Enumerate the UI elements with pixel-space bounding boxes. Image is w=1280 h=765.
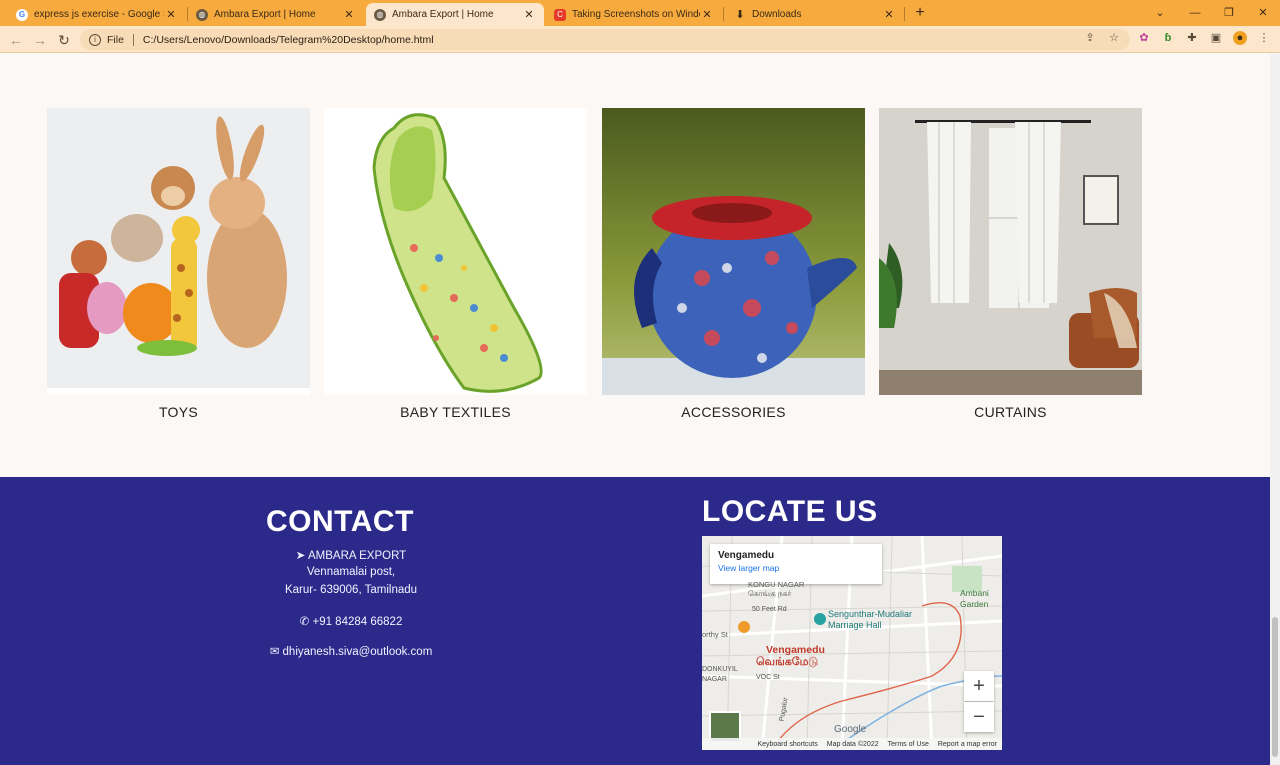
- view-larger-map-link[interactable]: View larger map: [718, 563, 874, 573]
- category-label[interactable]: TOYS: [47, 404, 310, 420]
- reload-icon[interactable]: ↻: [54, 30, 74, 50]
- category-card-baby-textiles[interactable]: BABY TEXTILES: [324, 108, 587, 420]
- company-line: ➤ AMBARA EXPORT: [266, 548, 436, 562]
- share-icon[interactable]: ⇪: [1083, 31, 1097, 45]
- tab-search-icon[interactable]: ⌄: [1145, 3, 1175, 23]
- info-icon[interactable]: i: [89, 33, 101, 46]
- company-name: AMBARA EXPORT: [307, 550, 407, 562]
- footer: CONTACT ➤ AMBARA EXPORT Vennamalai post,…: [0, 477, 1270, 765]
- map-attribution-bar: Keyboard shortcuts Map data ©2022 Terms …: [702, 738, 1002, 750]
- phone-icon: ✆: [299, 616, 310, 628]
- menu-kebab-icon[interactable]: ⋮: [1257, 31, 1271, 45]
- page-viewport: TOYS BABY TEXTILES ACCESSORIES CURTAINS …: [0, 54, 1270, 765]
- map-label-hall-line2: Marriage Hall: [828, 620, 882, 630]
- map-label-vengamedu-tamil: வெங்கமேடு: [756, 656, 819, 668]
- close-tab-icon[interactable]: ✕: [342, 8, 356, 21]
- green-extension-icon[interactable]: ɓ: [1161, 31, 1175, 45]
- category-label[interactable]: CURTAINS: [879, 404, 1142, 420]
- email-line: ✉ dhiyanesh.siva@outlook.com: [266, 644, 436, 658]
- tab-title: Downloads: [752, 9, 802, 20]
- map-zoom-in-button[interactable]: +: [964, 671, 994, 701]
- tab-downloads[interactable]: ⬇ Downloads ✕: [726, 3, 904, 26]
- map-label-kongu-nagar-tamil: கொங்கு நகர்: [748, 589, 792, 598]
- extensions-puzzle-icon[interactable]: ✚: [1185, 31, 1199, 45]
- tab-title: Ambara Export | Home: [392, 9, 494, 20]
- location-arrow-icon: ➤: [295, 550, 306, 562]
- map-data-text: Map data ©2022: [826, 740, 879, 748]
- keyboard-shortcuts-link[interactable]: Keyboard shortcuts: [757, 741, 817, 748]
- contact-heading: CONTACT: [266, 505, 414, 538]
- download-icon: ⬇: [735, 9, 745, 21]
- maximize-icon[interactable]: ❐: [1214, 3, 1244, 23]
- terms-of-use-link[interactable]: Terms of Use: [888, 741, 929, 748]
- phone-line: ✆ +91 84284 66822: [266, 614, 436, 628]
- color-extension-icon[interactable]: ✿: [1137, 31, 1151, 45]
- map-label-hall-line1: Sengunthar-Mudaliar: [828, 609, 913, 619]
- globe-icon: ◍: [374, 8, 386, 21]
- map-info-popup: Vengamedu View larger map: [710, 544, 882, 584]
- browser-tab-strip: G express js exercise - Google Sear ✕ ◍ …: [0, 0, 1280, 26]
- tab-title: Ambara Export | Home: [214, 9, 316, 20]
- map-label-50-feet-rd: 50 Feet Rd: [752, 606, 787, 613]
- toys-image: [47, 108, 310, 395]
- map-label-nagar: NAGAR: [702, 676, 727, 683]
- tab-title: Taking Screenshots on Windows: [572, 9, 700, 20]
- category-card-accessories[interactable]: ACCESSORIES: [602, 108, 865, 420]
- google-icon: G: [16, 8, 28, 21]
- tab-google-search[interactable]: G express js exercise - Google Sear ✕: [8, 3, 186, 26]
- minimize-icon[interactable]: —: [1180, 3, 1210, 23]
- close-tab-icon[interactable]: ✕: [522, 8, 536, 21]
- report-map-error-link[interactable]: Report a map error: [938, 741, 997, 748]
- profile-avatar-icon[interactable]: ●: [1233, 31, 1247, 45]
- file-scheme-label: File: [107, 33, 124, 46]
- tab-title: express js exercise - Google Sear: [34, 9, 164, 20]
- category-label[interactable]: BABY TEXTILES: [324, 404, 587, 420]
- scrollbar-thumb[interactable]: [1272, 617, 1278, 757]
- forward-arrow-icon[interactable]: →: [30, 30, 50, 50]
- side-panel-icon[interactable]: ▣: [1209, 31, 1223, 45]
- map-label-vengamedu: Vengamedu: [766, 644, 825, 656]
- map-zoom-out-button[interactable]: −: [964, 702, 994, 732]
- phone-number[interactable]: +91 84284 66822: [312, 616, 402, 628]
- close-tab-icon[interactable]: ✕: [164, 8, 178, 21]
- url-text[interactable]: C:/Users/Lenovo/Downloads/Telegram%20Des…: [143, 34, 434, 46]
- address-bar[interactable]: i File C:/Users/Lenovo/Downloads/Telegra…: [80, 29, 1130, 50]
- curtains-image: [879, 108, 1142, 395]
- map-label-north-st: orthy St: [702, 630, 728, 639]
- close-window-icon[interactable]: ✕: [1248, 3, 1278, 23]
- close-tab-icon[interactable]: ✕: [700, 8, 714, 21]
- map-label-donkuyil: DONKUYIL: [702, 666, 738, 673]
- category-card-curtains[interactable]: CURTAINS: [879, 108, 1142, 420]
- globe-icon: ◍: [196, 8, 208, 21]
- email-address[interactable]: dhiyanesh.siva@outlook.com: [283, 646, 433, 658]
- map-place-name: Vengamedu: [718, 550, 775, 561]
- close-tab-icon[interactable]: ✕: [882, 8, 896, 21]
- map-label-ambani: Ambani: [960, 588, 989, 598]
- map-label-garden: Garden: [960, 599, 989, 609]
- category-label[interactable]: ACCESSORIES: [602, 404, 865, 420]
- bookmark-star-icon[interactable]: ☆: [1107, 31, 1121, 45]
- category-card-toys[interactable]: TOYS: [47, 108, 310, 420]
- address-line-2: Karur- 639006, Tamilnadu: [284, 584, 418, 596]
- map-label-kongu-nagar: KONGU NAGAR: [748, 580, 805, 589]
- envelope-icon: ✉: [269, 646, 280, 658]
- tab-ambara-home[interactable]: ◍ Ambara Export | Home ✕: [188, 3, 364, 26]
- map-label-voc-st: VOC St: [756, 674, 780, 681]
- baby-textiles-image: [324, 108, 587, 395]
- embedded-map[interactable]: Vengamedu View larger map KONGU NAGAR கொ…: [702, 536, 1002, 750]
- red-app-icon: C: [554, 8, 566, 21]
- tab-screenshots[interactable]: C Taking Screenshots on Windows ✕: [546, 3, 722, 26]
- address-line-1: Vennamalai post,: [306, 566, 396, 578]
- browser-toolbar: ← → ↻ i File C:/Users/Lenovo/Downloads/T…: [0, 26, 1280, 53]
- locate-heading: LOCATE US: [702, 495, 878, 528]
- google-map-logo: Google: [834, 724, 867, 735]
- new-tab-icon[interactable]: +: [910, 3, 930, 23]
- back-arrow-icon[interactable]: ←: [6, 30, 26, 50]
- accessories-image: [602, 108, 865, 395]
- tab-ambara-home-active[interactable]: ◍ Ambara Export | Home ✕: [366, 3, 544, 26]
